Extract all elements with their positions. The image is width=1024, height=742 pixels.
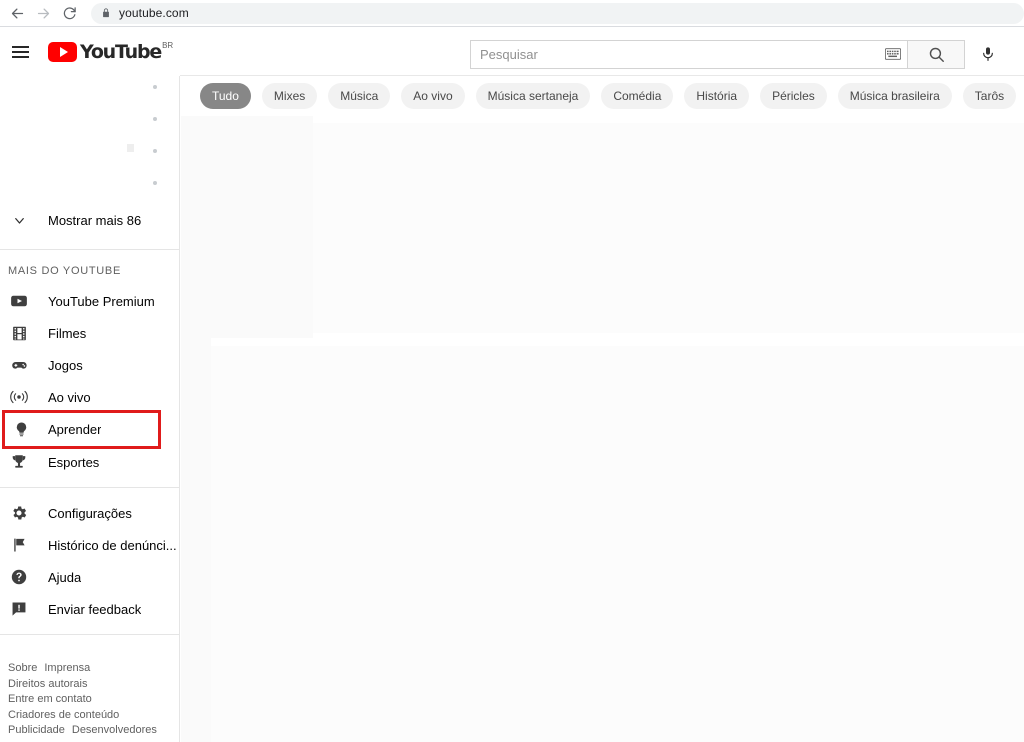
sidebar-divider <box>0 634 179 635</box>
footer-link-direitos-autorais[interactable]: Direitos autorais <box>8 678 87 690</box>
sidebar-item-label: YouTube Premium <box>48 293 155 309</box>
gear-icon <box>0 504 38 522</box>
browser-forward-button[interactable] <box>30 0 56 26</box>
browser-toolbar: youtube.com <box>0 0 1024 27</box>
sidebar-item-ao-vivo[interactable]: Ao vivo <box>0 381 179 413</box>
hamburger-icon <box>11 43 29 61</box>
youtube-wordmark: YouTube <box>80 41 162 63</box>
footer-link-publicidade[interactable]: Publicidade <box>8 724 65 736</box>
guide-sidebar: Mostrar mais 86 MAIS DO YOUTUBE YouTube … <box>0 76 180 742</box>
search-input[interactable] <box>480 46 881 62</box>
voice-search-button[interactable] <box>971 37 1005 71</box>
loading-dot <box>153 85 157 89</box>
footer-link-entre-em-contato[interactable]: Entre em contato <box>8 693 92 705</box>
youtube-country-code: BR <box>162 41 174 50</box>
content-loading-placeholder <box>313 123 1024 333</box>
sidebar-item-label: Aprender <box>48 422 102 437</box>
subscriptions-loading-placeholder <box>0 76 179 200</box>
content-loading-placeholder <box>211 346 1024 742</box>
sidebar-item-esportes[interactable]: Esportes <box>0 446 179 478</box>
show-more-button[interactable]: Mostrar mais 86 <box>0 200 179 240</box>
trophy-icon <box>0 453 38 471</box>
feedback-icon <box>0 600 38 618</box>
search-button[interactable] <box>907 39 965 69</box>
lock-icon <box>101 8 111 18</box>
url-text: youtube.com <box>119 6 189 20</box>
microphone-icon <box>983 47 993 61</box>
reload-icon <box>63 6 76 19</box>
sidebar-item-label: Histórico de denúnci... <box>48 537 177 553</box>
youtube-premium-icon <box>0 292 38 310</box>
chip-taros[interactable]: Tarôs <box>962 83 1017 109</box>
chevron-down-icon <box>0 213 38 228</box>
chip-tudo[interactable]: Tudo <box>200 83 251 109</box>
sidebar-item-ajuda[interactable]: Ajuda <box>0 561 179 593</box>
chip-comedia[interactable]: Comédia <box>601 83 674 109</box>
footer-link-sobre[interactable]: Sobre <box>8 662 37 674</box>
sidebar-item-historico-denuncias[interactable]: Histórico de denúnci... <box>0 529 179 561</box>
sidebar-section-title: MAIS DO YOUTUBE <box>8 265 121 277</box>
sidebar-item-label: Esportes <box>48 454 100 470</box>
loading-dot <box>153 117 157 121</box>
content-loading-placeholder <box>181 116 313 338</box>
main-content-area <box>181 116 1024 742</box>
chip-mixes[interactable]: Mixes <box>261 83 318 109</box>
sidebar-item-label: Ao vivo <box>48 389 91 405</box>
guide-toggle-button[interactable] <box>0 32 40 72</box>
footer-link-desenvolvedores[interactable]: Desenvolvedores <box>72 724 157 736</box>
youtube-masthead: YouTube BR <box>0 28 1024 76</box>
footer-row: Entre em contato <box>8 691 179 707</box>
sidebar-item-label: Jogos <box>48 357 83 373</box>
youtube-play-icon <box>48 42 77 62</box>
sidebar-item-label: Enviar feedback <box>48 601 142 617</box>
filter-chip-bar[interactable]: Tudo Mixes Música Ao vivo Música sertane… <box>180 76 1024 116</box>
sidebar-item-aprender[interactable]: Aprender <box>2 410 161 449</box>
sidebar-item-filmes[interactable]: Filmes <box>0 317 179 349</box>
sidebar-footer: Sobre Imprensa Direitos autorais Entre em… <box>0 644 179 742</box>
gaming-icon <box>0 356 38 375</box>
loading-text-ghost <box>127 144 134 152</box>
chip-musica-sertaneja[interactable]: Música sertaneja <box>475 83 591 109</box>
sidebar-divider <box>0 487 179 488</box>
arrow-left-icon <box>11 8 23 18</box>
address-bar[interactable]: youtube.com <box>91 2 1024 24</box>
search-field-container[interactable] <box>470 39 907 69</box>
sidebar-item-enviar-feedback[interactable]: Enviar feedback <box>0 593 179 625</box>
footer-link-imprensa[interactable]: Imprensa <box>44 662 90 674</box>
content-loading-placeholder <box>181 338 211 742</box>
loading-dot <box>153 181 157 185</box>
footer-link-criadores-de-conteudo[interactable]: Criadores de conteúdo <box>8 709 119 721</box>
footer-row: Publicidade Desenvolvedores <box>8 722 179 738</box>
sidebar-item-label: Filmes <box>48 325 87 341</box>
chip-musica[interactable]: Música <box>328 83 391 109</box>
search-icon <box>929 47 944 62</box>
sidebar-item-label: Ajuda <box>48 569 82 585</box>
sidebar-item-youtube-premium[interactable]: YouTube Premium <box>0 285 179 317</box>
lightbulb-icon <box>5 420 38 439</box>
footer-row: Sobre Imprensa <box>8 660 179 676</box>
footer-group-primary: Sobre Imprensa Direitos autorais Entre em… <box>8 660 179 738</box>
browser-reload-button[interactable] <box>56 0 82 26</box>
film-icon <box>0 325 38 342</box>
arrow-right-icon <box>37 8 49 18</box>
flag-icon <box>0 536 38 554</box>
chip-musica-brasileira[interactable]: Música brasileira <box>837 83 952 109</box>
footer-row: Direitos autorais <box>8 676 179 692</box>
browser-back-button[interactable] <box>4 0 30 26</box>
search-area <box>470 37 1005 71</box>
sidebar-item-configuracoes[interactable]: Configurações <box>0 497 179 529</box>
sidebar-item-label: Configurações <box>48 505 132 521</box>
sidebar-divider <box>0 249 179 250</box>
loading-dot <box>153 149 157 153</box>
chip-ao-vivo[interactable]: Ao vivo <box>401 83 465 109</box>
chip-pericles[interactable]: Péricles <box>760 83 827 109</box>
footer-row: Criadores de conteúdo <box>8 707 179 723</box>
keyboard-icon[interactable] <box>885 48 901 60</box>
live-broadcast-icon <box>0 388 38 406</box>
chip-historia[interactable]: História <box>684 83 750 109</box>
help-circle-icon <box>0 568 38 586</box>
sidebar-item-jogos[interactable]: Jogos <box>0 349 179 381</box>
youtube-logo[interactable]: YouTube BR <box>48 41 173 63</box>
show-more-label: Mostrar mais 86 <box>48 212 142 228</box>
